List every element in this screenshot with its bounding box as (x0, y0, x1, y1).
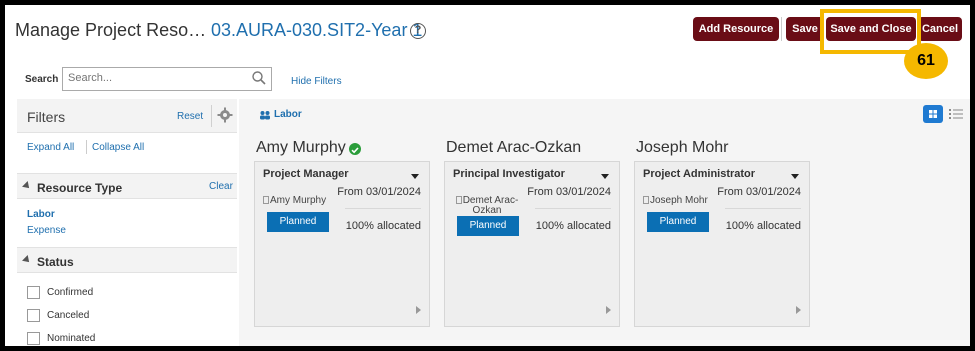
start-date: From 03/01/2024 (527, 186, 611, 198)
chevron-right-icon[interactable] (606, 306, 611, 314)
chevron-down-icon[interactable] (791, 174, 799, 179)
confirmed-label: Confirmed (47, 287, 94, 298)
search-label: Search (25, 74, 59, 85)
help-icon[interactable]: ? (410, 23, 426, 39)
chevron-right-icon[interactable] (416, 306, 421, 314)
resource-card[interactable]: Project Administrator Joseph Mohr From 0… (634, 161, 810, 327)
avatar: Amy Murphy (263, 196, 333, 212)
callout-number-badge: 61 (904, 43, 948, 79)
grid-view-icon[interactable] (923, 105, 943, 123)
search-input[interactable] (68, 72, 248, 84)
filters-header: Filters Reset (17, 99, 237, 133)
card-divider (535, 208, 611, 209)
start-date: From 03/01/2024 (337, 186, 421, 198)
status-badge: Planned (647, 212, 709, 232)
search-box[interactable] (62, 67, 272, 91)
search-icon[interactable] (251, 70, 267, 86)
status-badge: Planned (457, 216, 519, 236)
avatar-alt-text: Amy Murphy (270, 195, 327, 206)
gear-icon[interactable] (217, 107, 233, 123)
confirmed-checkbox[interactable] (27, 286, 40, 299)
list-view-icon[interactable] (949, 108, 963, 120)
allocation-text: 100% allocated (345, 220, 421, 232)
card-divider (345, 208, 421, 209)
role-dropdown[interactable]: Project Administrator (643, 168, 755, 180)
status-title: Status (37, 255, 74, 269)
avatar-alt-text: Demet Arac-Ozkan (462, 195, 519, 216)
filters-divider (211, 105, 212, 127)
collapse-triangle-icon[interactable] (22, 181, 32, 191)
reset-filters-link[interactable]: Reset (177, 111, 203, 122)
save-button[interactable]: Save (786, 17, 824, 41)
hide-filters-link[interactable]: Hide Filters (291, 76, 342, 87)
canceled-checkbox[interactable] (27, 309, 40, 322)
clear-resource-type-link[interactable]: Clear (209, 181, 233, 192)
status-section-header[interactable]: Status (17, 247, 237, 273)
resource-type-section-header[interactable]: Resource Type Clear (17, 173, 237, 199)
broken-image-icon (263, 196, 269, 204)
allocation-text: 100% allocated (535, 220, 611, 232)
resource-card[interactable]: Principal Investigator Demet Arac-Ozkan … (444, 161, 620, 327)
collapse-all-link[interactable]: Collapse All (92, 142, 144, 153)
resource-name[interactable]: Demet Arac-Ozkan (446, 139, 581, 157)
role-dropdown[interactable]: Principal Investigator (453, 168, 565, 180)
expand-collapse-divider (86, 140, 87, 154)
avatar: Joseph Mohr (643, 196, 713, 212)
resource-name[interactable]: Amy Murphy (256, 139, 346, 157)
broken-image-icon (643, 196, 649, 204)
toolbar-divider (781, 17, 782, 41)
tab-labor[interactable]: Labor (274, 109, 302, 120)
card-divider (725, 208, 801, 209)
filters-title: Filters (27, 109, 66, 125)
allocation-text: 100% allocated (725, 220, 801, 232)
chevron-down-icon[interactable] (601, 174, 609, 179)
start-date: From 03/01/2024 (717, 186, 801, 198)
filters-panel: Filters Reset Expand All Collapse All Re… (17, 99, 237, 346)
avatar-alt-text: Joseph Mohr (650, 195, 708, 206)
callout-highlight-box (820, 9, 921, 54)
collapse-triangle-icon[interactable] (22, 255, 32, 265)
canceled-label: Canceled (47, 310, 90, 321)
role-dropdown[interactable]: Project Manager (263, 168, 349, 180)
expand-all-link[interactable]: Expand All (27, 142, 74, 153)
status-badge: Planned (267, 212, 329, 232)
cancel-button[interactable]: Cancel (918, 17, 962, 41)
resources-main-area: Labor Amy Murphy Project Manager Amy Mur… (239, 99, 970, 346)
nominated-checkbox[interactable] (27, 332, 40, 345)
people-icon (260, 111, 270, 120)
broken-image-icon (455, 196, 462, 204)
resource-card[interactable]: Project Manager Amy Murphy From 03/01/20… (254, 161, 430, 327)
page-header: Manage Project Reso… 03.AURA-030.SIT2-Ye… (5, 5, 970, 63)
resource-name[interactable]: Joseph Mohr (636, 139, 729, 157)
page-title: Manage Project Reso… (15, 20, 207, 40)
resource-type-expense[interactable]: Expense (27, 225, 66, 236)
add-resource-button[interactable]: Add Resource (693, 17, 779, 41)
chevron-right-icon[interactable] (796, 306, 801, 314)
resource-type-labor[interactable]: Labor (27, 209, 55, 220)
project-name-link[interactable]: 03.AURA-030.SIT2-Year 1 (211, 20, 422, 41)
nominated-label: Nominated (47, 333, 96, 344)
chevron-down-icon[interactable] (411, 174, 419, 179)
check-circle-icon (349, 143, 361, 155)
window-frame: Manage Project Reso… 03.AURA-030.SIT2-Ye… (2, 2, 973, 349)
resource-type-title: Resource Type (37, 181, 123, 195)
